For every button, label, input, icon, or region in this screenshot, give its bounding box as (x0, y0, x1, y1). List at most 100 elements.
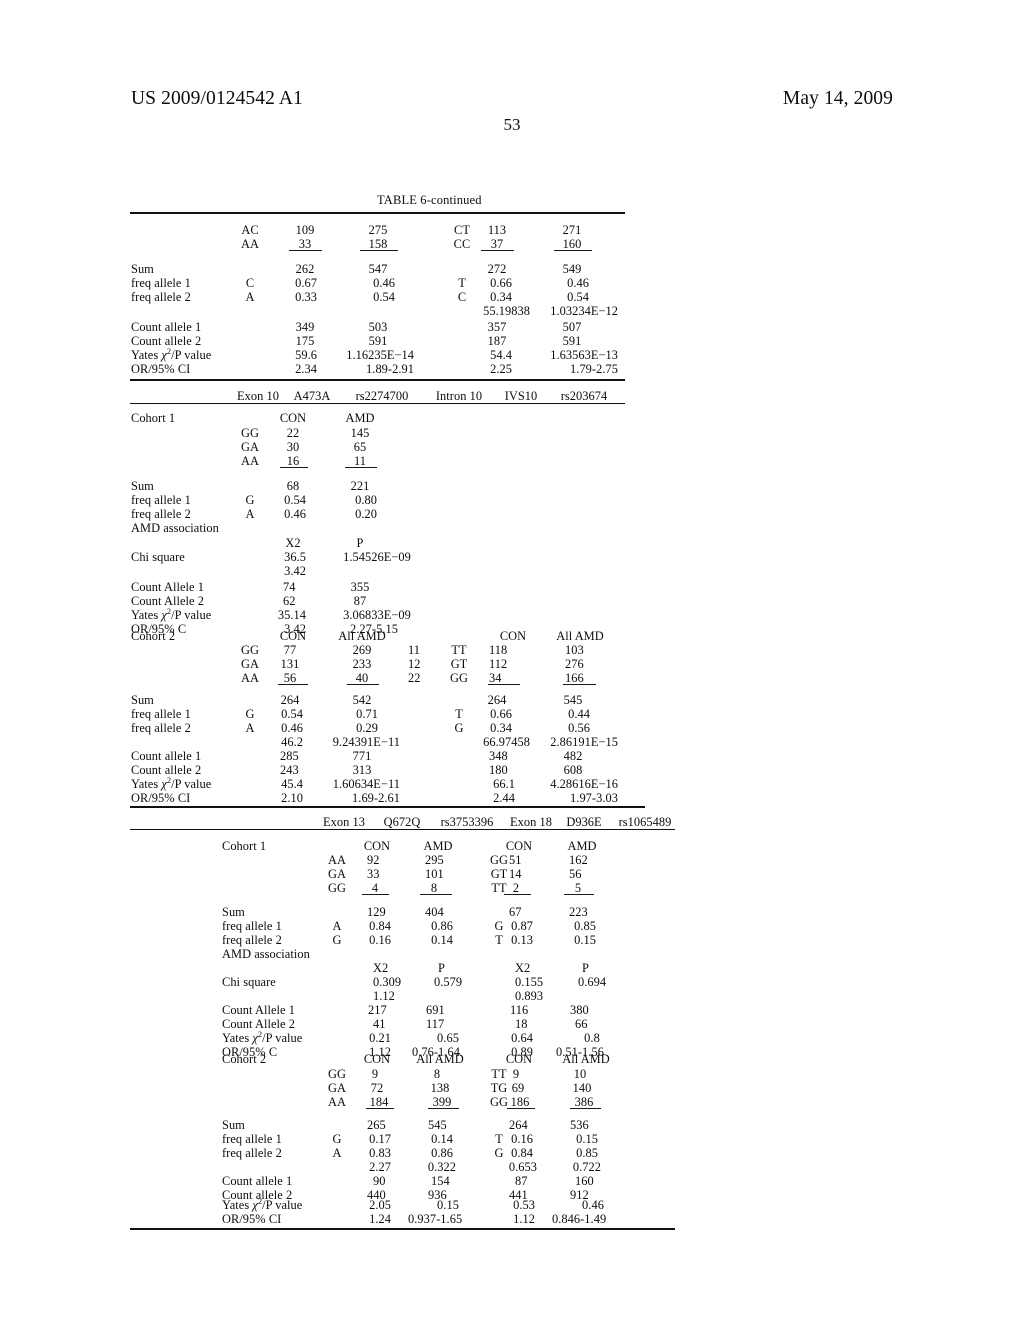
sum-underline (428, 1108, 459, 1110)
genotype-code: AC (241, 223, 259, 237)
row-label-amd-association: AMD association (222, 947, 310, 961)
cell-value: 109 (295, 223, 315, 237)
row-label-count-allele-1: Count allele 1 (222, 1174, 293, 1188)
cell-value: 0.83 (369, 1146, 391, 1160)
cell-value: 0.20 (355, 507, 377, 521)
col-header-all-amd: All AMD (338, 629, 386, 643)
cell-value: 0.16 (511, 1132, 533, 1146)
genotype-index: 12 (408, 657, 421, 671)
cell-value: 771 (352, 749, 372, 763)
cell-value: 4 (371, 881, 379, 895)
snp-header-variant: IVS10 (504, 389, 538, 403)
sum-underline (488, 684, 520, 686)
sum-underline (362, 894, 389, 896)
cell-value: 0.53 (513, 1198, 535, 1212)
snp-header-variant: A473A (293, 389, 331, 403)
row-label-count-allele-1: Count allele 1 (131, 749, 202, 763)
row-label-count-allele-1: Count allele 1 (131, 320, 202, 334)
rule-block3-bottom (130, 1228, 675, 1231)
allele-code: G (494, 1146, 504, 1160)
cell-value: 1.16235E−14 (346, 348, 414, 362)
cell-value: 145 (350, 426, 370, 440)
cell-value: 264 (487, 693, 507, 707)
genotype-code: AA (328, 853, 346, 867)
cell-value: 154 (431, 1174, 450, 1188)
cell-value: 0.86 (431, 1146, 453, 1160)
col-header-con: CON (363, 839, 391, 853)
sum-underline (278, 684, 308, 686)
cell-value: 0.54 (284, 493, 306, 507)
row-label-or-ci: OR/95% CI (222, 1212, 282, 1226)
allele-code: G (245, 493, 255, 507)
cell-value: 0.84 (511, 1146, 533, 1160)
row-label-cohort2: Cohort 2 (131, 629, 176, 643)
cell-value: 545 (428, 1118, 447, 1132)
cell-value: 160 (575, 1174, 594, 1188)
col-header-amd: AMD (567, 839, 597, 853)
cell-value: 0.46 (284, 507, 306, 521)
genotype-code: GA (328, 1081, 346, 1095)
cell-value: 357 (487, 320, 507, 334)
row-label-count-allele-2: Count Allele 2 (131, 594, 204, 608)
row-label-sum: Sum (222, 1118, 245, 1132)
row-label-freq-allele-1: freq allele 1 (222, 1132, 282, 1146)
cell-value: 72 (370, 1081, 384, 1095)
col-header-amd: AMD (345, 411, 375, 425)
cell-value: 0.29 (356, 721, 378, 735)
p-value: 0.322 (427, 1160, 456, 1174)
cell-value: 276 (565, 657, 584, 671)
cell-value: 262 (295, 262, 315, 276)
col-header-all-amd: All AMD (416, 1052, 464, 1066)
cell-value: 67 (509, 905, 522, 919)
cell-value: 1.24 (369, 1212, 391, 1226)
genotype-code: TT (491, 1067, 507, 1081)
p-value: 0.579 (434, 975, 463, 989)
cell-value: 1.69-2.61 (352, 791, 400, 805)
row-label-cohort2: Cohort 2 (222, 1052, 267, 1066)
cell-value: 0.17 (369, 1132, 391, 1146)
sum-underline (504, 894, 531, 896)
col-header-amd: AMD (423, 839, 453, 853)
sum-underline (563, 684, 596, 686)
cell-value: 1.97-3.03 (570, 791, 618, 805)
cell-value: 0.46 (582, 1198, 604, 1212)
sum-underline (564, 894, 594, 896)
page-number: 53 (503, 115, 521, 134)
row-label-freq-allele-2: freq allele 2 (222, 1146, 282, 1160)
p-value: 2.86191E−15 (550, 735, 618, 749)
row-label-amd-association: AMD association (131, 521, 219, 535)
row-label-freq-allele-2: freq allele 2 (222, 933, 282, 947)
col-header-con: CON (279, 629, 307, 643)
cell-value: 2.44 (493, 791, 515, 805)
cell-value: 8 (433, 1067, 441, 1081)
row-label-count-allele-2: Count Allele 2 (222, 1017, 295, 1031)
cell-value: 295 (425, 853, 444, 867)
cell-value: 187 (487, 334, 507, 348)
genotype-code: TT (491, 881, 507, 895)
col-header-x2: X2 (515, 961, 531, 975)
allele-code: G (332, 1132, 342, 1146)
genotype-code: GG (241, 643, 259, 657)
allele-code: G (332, 933, 342, 947)
cell-value: 22 (286, 426, 300, 440)
table-caption: TABLE 6-continued (377, 193, 482, 207)
cell-value: 0.15 (437, 1198, 459, 1212)
cell-value: 68 (286, 479, 300, 493)
sum-underline (420, 894, 452, 896)
cell-value: 0.85 (574, 919, 596, 933)
snp-header-rsid: rs1065489 (618, 815, 672, 829)
sum-underline (347, 684, 379, 686)
col-header-p: P (438, 961, 445, 975)
cell-value: 265 (367, 1118, 386, 1132)
row-label-count-allele-1: Count Allele 1 (131, 580, 204, 594)
col-header-con: CON (499, 629, 527, 643)
cell-value: 217 (368, 1003, 387, 1017)
cell-value: 0.85 (576, 1146, 598, 1160)
snp-header-exon: Exon 10 (237, 389, 279, 403)
row-label-count-allele-2: Count allele 2 (131, 763, 202, 777)
cell-value: 56 (569, 867, 582, 881)
chi-value: 0.155 (515, 975, 544, 989)
genotype-code: GG (490, 853, 508, 867)
cell-value: 399 (432, 1095, 452, 1109)
p-value: 0.694 (578, 975, 607, 989)
